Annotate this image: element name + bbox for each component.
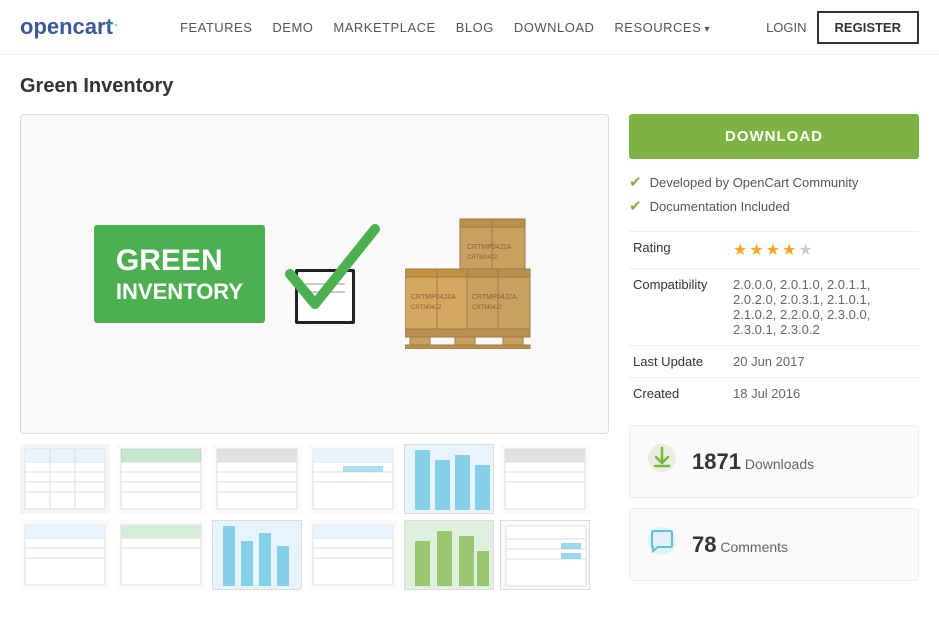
logo[interactable]: opencart ~-	[20, 10, 140, 45]
comment-icon	[646, 525, 678, 557]
nav-marketplace[interactable]: MARKETPLACE	[333, 20, 435, 35]
thumbnail-3[interactable]	[212, 444, 302, 514]
nav-download[interactable]: DOWNLOAD	[514, 20, 595, 35]
downloads-stat-box: 1871 Downloads	[629, 425, 919, 498]
register-button[interactable]: REGISTER	[817, 11, 919, 44]
image-inner: GREEN INVENTORY	[41, 135, 588, 413]
download-icon	[646, 442, 678, 474]
star-1: ★	[733, 240, 747, 260]
checkmark-area	[285, 219, 385, 329]
downloads-stat-content: 1871 Downloads	[692, 449, 814, 475]
thumbnail-6[interactable]	[500, 444, 590, 514]
feature-item-1: ✔ Developed by OpenCart Community	[629, 173, 919, 191]
svg-text:CRTMP04J2A: CRTMP04J2A	[472, 294, 517, 301]
thumbnail-12[interactable]	[500, 520, 590, 590]
login-button[interactable]: LOGIN	[766, 20, 806, 35]
right-column: DOWNLOAD ✔ Developed by OpenCart Communi…	[629, 114, 919, 591]
star-5-empty: ★	[798, 240, 812, 260]
thumbnail-5[interactable]	[404, 444, 494, 514]
svg-text:CRTMP04J2A: CRTMP04J2A	[411, 294, 456, 301]
checkmark-icon	[285, 219, 385, 329]
svg-text:CRTMP04J2A: CRTMP04J2A	[467, 244, 512, 251]
rating-value: ★ ★ ★ ★ ★	[729, 232, 919, 269]
navbar: opencart ~- FEATURES DEMO MARKETPLACE BL…	[0, 0, 939, 55]
downloads-label: Downloads	[745, 456, 814, 472]
svg-text:opencart: opencart	[20, 14, 114, 39]
thumbnail-9[interactable]	[212, 520, 302, 590]
thumbnail-7[interactable]	[20, 520, 110, 590]
boxes-area: CRTMP04J2A CRTM04J2 CRTMP04J2A CRTM04J2	[405, 199, 535, 349]
comments-stat-content: 78 Comments	[692, 532, 788, 558]
feature-item-2: ✔ Documentation Included	[629, 197, 919, 215]
thumbnail-4[interactable]	[308, 444, 398, 514]
last-update-label: Last Update	[629, 346, 729, 378]
star-4: ★	[782, 240, 796, 260]
downloads-count: 1871	[692, 449, 741, 474]
comments-count: 78	[692, 532, 716, 557]
compatibility-label: Compatibility	[629, 269, 729, 346]
stars: ★ ★ ★ ★ ★	[733, 240, 915, 260]
svg-text:~-: ~-	[107, 17, 118, 31]
thumbnail-1[interactable]	[20, 444, 110, 514]
compatibility-row: Compatibility 2.0.0.0, 2.0.1.0, 2.0.1.1,…	[629, 269, 919, 346]
rating-label: Rating	[629, 232, 729, 269]
created-label: Created	[629, 378, 729, 410]
nav-actions: LOGIN REGISTER	[766, 11, 919, 44]
page-content: Green Inventory GREEN INVENTORY	[0, 55, 939, 611]
comments-label: Comments	[720, 539, 788, 555]
boxes-icon: CRTMP04J2A CRTM04J2 CRTMP04J2A CRTM04J2	[405, 199, 535, 349]
comments-stat-box: 78 Comments	[629, 508, 919, 581]
created-row: Created 18 Jul 2016	[629, 378, 919, 410]
svg-text:CRTM04J2: CRTM04J2	[411, 305, 442, 311]
thumbnail-11[interactable]	[404, 520, 494, 590]
nav-links: FEATURES DEMO MARKETPLACE BLOG DOWNLOAD …	[180, 20, 766, 35]
svg-text:CRTM04J2: CRTM04J2	[472, 305, 503, 311]
main-layout: GREEN INVENTORY	[20, 114, 919, 591]
nav-resources[interactable]: RESOURCES	[614, 20, 710, 35]
opencart-logo: opencart ~-	[20, 10, 140, 42]
comment-stat-icon	[646, 525, 678, 564]
download-stat-icon	[646, 442, 678, 481]
download-button[interactable]: DOWNLOAD	[629, 114, 919, 159]
left-column: GREEN INVENTORY	[20, 114, 609, 591]
nav-features[interactable]: FEATURES	[180, 20, 252, 35]
thumbnail-strip	[20, 444, 609, 590]
product-logo: GREEN INVENTORY	[94, 225, 265, 323]
nav-demo[interactable]: DEMO	[272, 20, 313, 35]
compatibility-value: 2.0.0.0, 2.0.1.0, 2.0.1.1, 2.0.2.0, 2.0.…	[729, 269, 919, 346]
thumbnail-2[interactable]	[116, 444, 206, 514]
info-table: Rating ★ ★ ★ ★ ★ Compatibility 2.0.0.0, …	[629, 231, 919, 409]
last-update-value: 20 Jun 2017	[729, 346, 919, 378]
thumbnail-8[interactable]	[116, 520, 206, 590]
nav-blog[interactable]: BLOG	[456, 20, 494, 35]
main-product-image: GREEN INVENTORY	[20, 114, 609, 434]
check-icon-2: ✔	[629, 197, 642, 215]
last-update-row: Last Update 20 Jun 2017	[629, 346, 919, 378]
created-value: 18 Jul 2016	[729, 378, 919, 410]
star-3: ★	[766, 240, 780, 260]
check-icon-1: ✔	[629, 173, 642, 191]
star-2: ★	[749, 240, 763, 260]
svg-text:CRTM04J2: CRTM04J2	[467, 255, 498, 261]
page-title: Green Inventory	[20, 75, 919, 98]
features-list: ✔ Developed by OpenCart Community ✔ Docu…	[629, 173, 919, 215]
thumbnail-10[interactable]	[308, 520, 398, 590]
rating-row: Rating ★ ★ ★ ★ ★	[629, 232, 919, 269]
